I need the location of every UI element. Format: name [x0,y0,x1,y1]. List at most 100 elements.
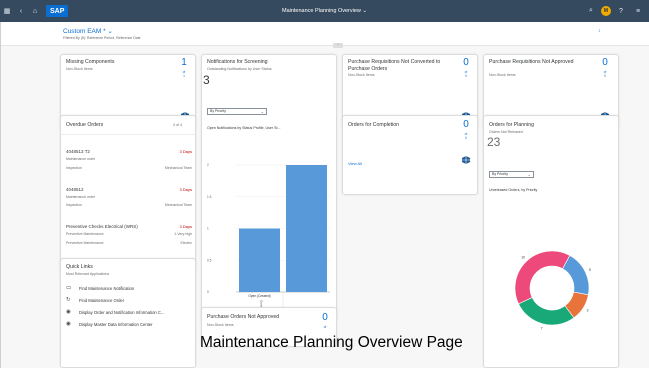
card-title: Overdue Orders [66,122,104,128]
display-icon: ◉ [66,309,71,315]
overdue-days: 3 Days [179,224,192,229]
card-quick-links[interactable]: Quick Links Most Relevant Applications ▭… [60,258,196,368]
card-title: Quick Links [66,264,93,270]
card-title: Purchase Requisitions Not Converted to P… [348,59,441,72]
y-tick-label: 1.5 [207,195,212,199]
donut-label: 7 [541,327,543,331]
priority-donut-chart: 5 3 7 10 [514,250,591,331]
kpi-value: 0 [322,312,328,323]
notifications-bar-chart: 21.510.50Open (Created)OutstandingPriori… [207,163,330,321]
link-label: Find Maintenance Notification [79,286,135,291]
card-subtitle: Most Relevant Applications [66,272,110,276]
shell-right: ⌕ M ? ≡ [584,0,645,22]
order-number: 4048513 T2 [66,149,90,154]
overdue-days: 3 Days [179,149,192,154]
card-subtitle: Orders Not Released [489,130,523,134]
kpi-value: 0 [463,57,469,68]
divider [61,134,195,135]
y-tick-label: 0.5 [207,258,212,262]
y-tick-label: 1 [207,227,209,231]
kpi-of: of [323,325,327,329]
card-orders-planning[interactable]: Orders for Planning Orders Not Released … [483,115,619,368]
card-title: Purchase Requisitions Not Approved [489,59,574,65]
back-icon[interactable]: ‹ [14,0,28,22]
priority: 1-Very high [174,232,192,236]
kpi-value: 3 [203,73,210,87]
priority-dropdown[interactable]: By Priority ⌄ [489,171,534,178]
chart-title: Open Notifications by Status Profile, Us… [207,126,281,130]
search-icon[interactable]: ⌕ [584,0,598,22]
menu-icon[interactable]: ≡ [631,0,645,22]
kpi-of: of 1 [182,70,186,78]
work-center: Mechanical Team [164,203,192,207]
header-action-icon[interactable]: ↕ [598,28,601,34]
header-collapse-button[interactable]: ⌃ [333,43,343,48]
work-center: Electric [180,241,192,245]
card-title: Orders for Completion [348,122,400,128]
card-title: Orders for Planning [489,122,534,128]
avatar[interactable]: M [601,6,611,16]
donut-slice [518,297,575,326]
display-icon: ◉ [66,321,71,327]
card-title: Purchase Orders Not Approved [207,314,280,320]
donut-label: 5 [589,268,591,272]
donut-label: 3 [587,308,589,312]
kpi-value: 23 [487,135,501,149]
bar [239,228,280,292]
page-caption: Maintenance Planning Overview Page [200,334,463,351]
chevron-down-icon: ⌄ [527,172,531,177]
app-title[interactable]: Maintenance Planning Overview ⌄ [0,8,649,14]
link-label: Display Master Data Information Center [79,322,153,327]
card-notifications-screening[interactable]: Notifications for Screening Outstanding … [201,54,337,322]
dropdown-value: By Priority [492,172,508,176]
help-icon[interactable]: ? [614,0,628,22]
kpi-value: 1 [181,57,187,68]
priority-dropdown[interactable]: By Priority ⌄ [207,108,267,115]
kpi-value: 0 [602,57,608,68]
card-title: Notifications for Screening [207,59,268,65]
card-subtitle: Non-Stock Items [489,73,516,77]
card-overdue-orders[interactable]: Overdue Orders 4 of 4 4048513 T2 3 Days … [60,115,196,273]
chart-title: Unreleased Orders, by Priority [489,188,538,192]
overdue-days: 3 Days [179,187,192,192]
app-icon [462,156,470,164]
grid-icon[interactable]: ▦ [0,0,14,22]
chevron-down-icon: ⌄ [260,109,264,114]
sap-logo[interactable]: SAP [46,5,69,17]
kpi-of: of 0 [464,132,468,140]
dropdown-value: By Priority [210,109,226,113]
work-center: Mechanical Team [164,166,192,170]
filter-summary: Filtered By (5): Reference Period, Refer… [63,36,141,40]
donut-label: 10 [521,255,525,259]
y-tick-label: 2 [207,163,209,167]
order-count: 4 of 4 [173,123,182,127]
activity: Inspection [66,166,82,170]
page-header: Custom EAM * ⌄ Filtered By (5): Referenc… [1,22,649,46]
card-subtitle: Non-Stock Items [348,73,375,77]
kpi-of: of 0 [464,70,468,78]
view-all-link[interactable]: View All [348,161,362,166]
order-type: Maintenance order [66,195,96,199]
order-number: Preventive Checks Electrical (WRS) [66,224,138,229]
x-tick-label: Open (Created) [248,294,270,298]
order-type: Preventive Maintenance [66,241,104,245]
order-number: 4048512 [66,187,84,192]
variant-selector[interactable]: Custom EAM * ⌄ [63,27,113,35]
kpi-value: 0 [463,119,469,130]
link-label: Display Order and Notification Informati… [79,310,165,315]
home-icon[interactable]: ⌂ [28,0,42,22]
order-type: Maintenance order [66,157,96,161]
card-subtitle: Non-Stock Items [207,323,234,327]
activity: Inspection [66,203,82,207]
bar [286,165,327,292]
card-subtitle: Outstanding Notifications by User Status [207,67,272,71]
kpi-of: of 0 [603,70,607,78]
card-subtitle: Non-Stock Items [66,67,93,71]
shell-bar: ▦ ‹ ⌂ SAP Maintenance Planning Overview … [0,0,649,22]
link-label: Find Maintenance Order [79,298,125,303]
card-orders-completion[interactable]: Orders for Completion 0 of 0 View All [342,115,478,195]
y-tick-label: 0 [207,290,209,294]
order-icon: ↻ [66,297,71,303]
card-title: Missing Components [66,59,115,65]
notification-icon: ▭ [66,285,72,291]
